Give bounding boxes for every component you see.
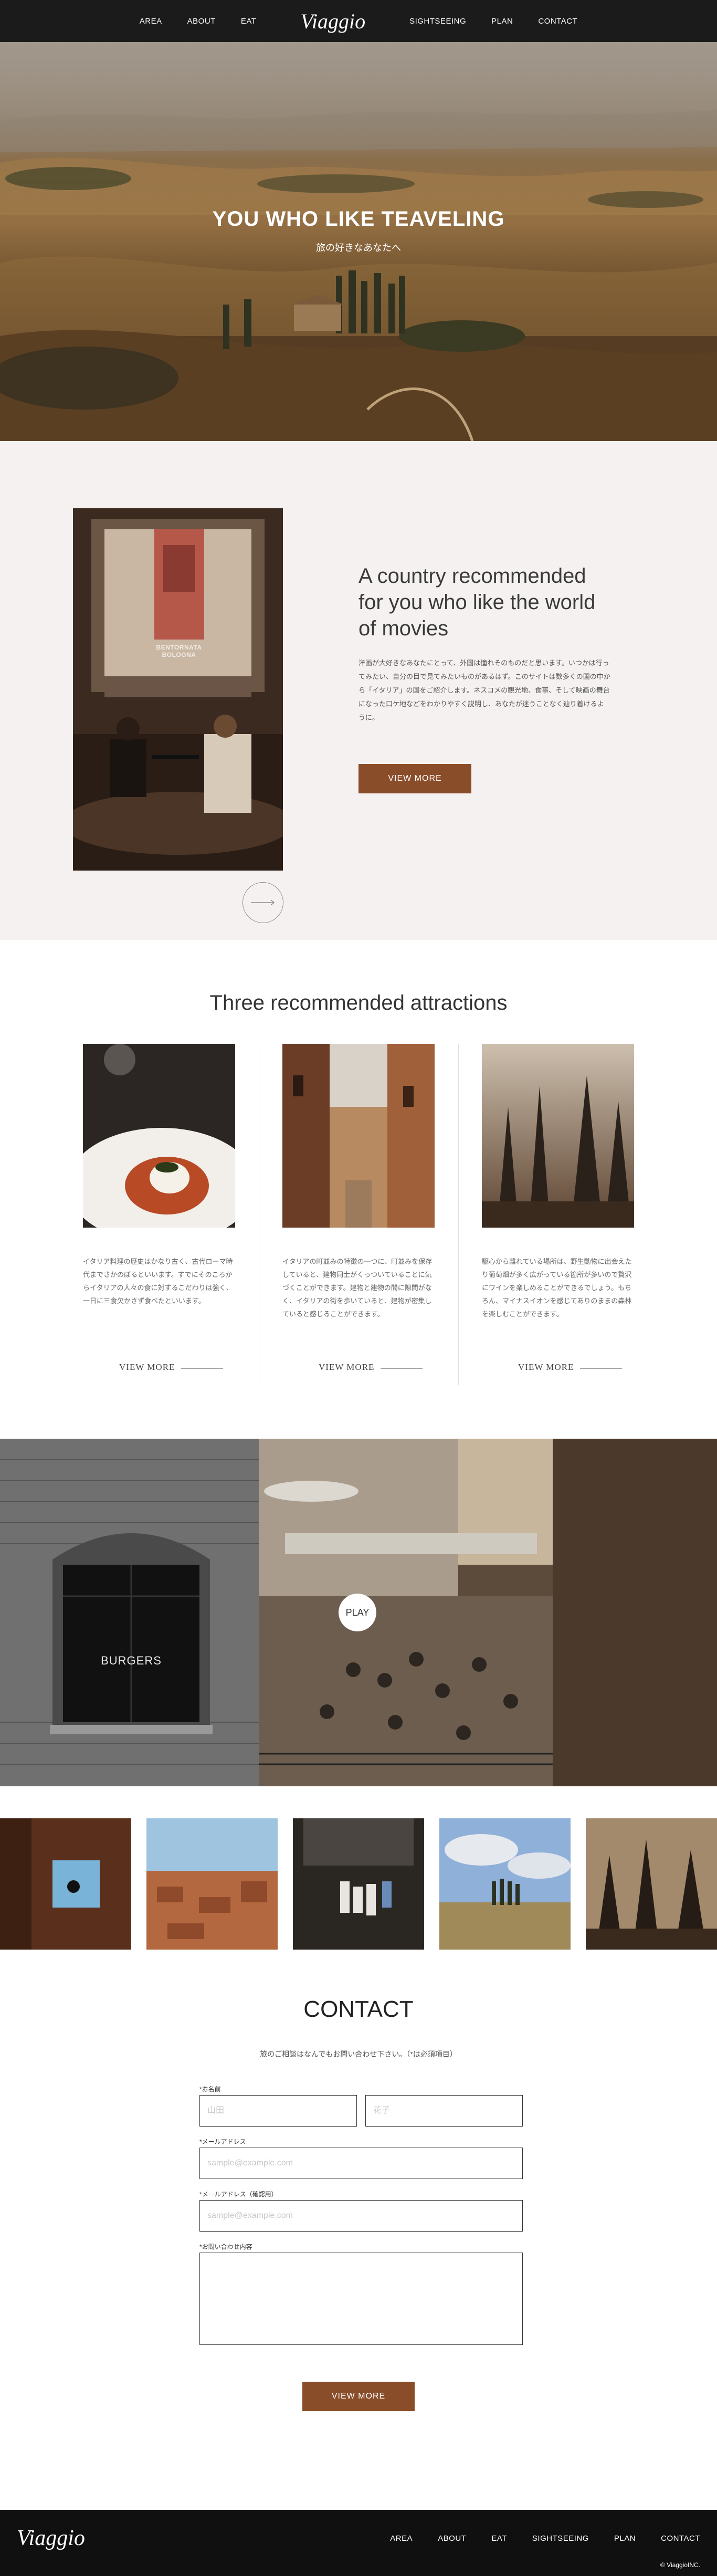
first-name-input[interactable] <box>365 2095 523 2127</box>
contact-lead-text: 旅のご相談はなんでもお問い合わせ下さい。（*は必須項目） <box>260 2050 457 2058</box>
attraction-card-nature: 駆心から離れている場所は、野生動物に出会えたり葡萄畑が多く広がっている箇所が多い… <box>472 1044 671 1385</box>
gallery-thumb-laundry[interactable] <box>293 1818 424 1950</box>
name-label: *お名前 <box>199 2086 221 2093</box>
gallery-thumb-forest[interactable] <box>586 1818 717 1950</box>
burgers-sign-text: BURGERS <box>101 1654 162 1667</box>
footer-nav-eat-link[interactable]: EAT <box>491 2534 507 2543</box>
hero-section: YOU WHO LIKE TEAVELING 旅の好きなあなたへ <box>0 42 717 441</box>
about-photo-sign: BENTORNATA BOLOGNA <box>156 644 202 658</box>
header-nav-right: SIGHTSEEING PLAN CONTACT <box>409 17 577 26</box>
attraction-text-nature: 駆心から離れている場所は、野生動物に出会えたり葡萄畑が多く広がっている箇所が多い… <box>482 1258 632 1318</box>
about-section: BENTORNATA BOLOGNA A country recommended… <box>0 441 717 940</box>
contact-title: CONTACT <box>303 1996 414 2022</box>
gallery-thumb-courtyard[interactable] <box>0 1818 131 1950</box>
site-footer: Viaggio AREA ABOUT EAT SIGHTSEEING PLAN … <box>0 2510 717 2576</box>
message-textarea[interactable] <box>199 2253 523 2345</box>
footer-nav-contact-link[interactable]: CONTACT <box>661 2534 700 2543</box>
about-view-more-button[interactable]: VIEW MORE <box>358 764 471 793</box>
nav-sightseeing-link[interactable]: SIGHTSEEING <box>409 17 466 26</box>
attraction-text-town: イタリアの町並みの特徴の一つに、町並みを保存していると、建物同士がくっついている… <box>282 1258 433 1318</box>
gallery-thumb-rooftops[interactable] <box>146 1818 278 1950</box>
header-nav-left: AREA ABOUT EAT <box>140 17 257 26</box>
card-divider <box>458 1044 459 1385</box>
attractions-title: Three recommended attractions <box>209 991 508 1014</box>
attraction-photo-street <box>282 1044 435 1228</box>
footer-nav-area-link[interactable]: AREA <box>390 2534 413 2543</box>
burgers-window-photo: BURGERS <box>0 1439 259 1786</box>
view-more-line <box>381 1368 423 1369</box>
copyright-text: © ViaggioINC. <box>660 2561 700 2569</box>
last-name-input[interactable] <box>199 2095 357 2127</box>
contact-submit-button[interactable]: VIEW MORE <box>302 2382 415 2411</box>
arrow-right-icon <box>251 899 275 906</box>
nav-eat-link[interactable]: EAT <box>241 17 257 26</box>
view-more-line <box>580 1368 622 1369</box>
gallery-thumb-cypress[interactable] <box>439 1818 571 1950</box>
site-header: AREA ABOUT EAT Viaggio SIGHTSEEING PLAN … <box>0 0 717 42</box>
email-confirm-input[interactable] <box>199 2200 523 2232</box>
message-label: *お問い合わせ内容 <box>199 2243 252 2250</box>
email-label: *メールアドレス <box>199 2138 246 2145</box>
attraction-view-more-link-nature[interactable]: VIEW MORE <box>518 1362 574 1373</box>
attraction-card-town: イタリアの町並みの特徴の一つに、町並みを保存していると、建物同士がくっついている… <box>272 1044 472 1385</box>
footer-nav: AREA ABOUT EAT SIGHTSEEING PLAN CONTACT <box>390 2534 700 2543</box>
site-logo[interactable]: Viaggio <box>300 9 365 34</box>
about-title: A country recommended for you who like t… <box>358 564 596 640</box>
view-more-line <box>181 1368 223 1369</box>
attraction-photo-forest <box>482 1044 634 1228</box>
footer-nav-about-link[interactable]: ABOUT <box>438 2534 466 2543</box>
about-text: 洋画が大好きなあなたにとって、外国は憧れそのものだと思います。いつかは行ってみた… <box>358 659 610 721</box>
footer-nav-plan-link[interactable]: PLAN <box>614 2534 636 2543</box>
nav-about-link[interactable]: ABOUT <box>187 17 216 26</box>
footer-nav-sightseeing-link[interactable]: SIGHTSEEING <box>532 2534 589 2543</box>
attraction-view-more-link-food[interactable]: VIEW MORE <box>119 1362 175 1373</box>
about-photo-cafe: BENTORNATA BOLOGNA <box>73 508 283 871</box>
email-input[interactable] <box>199 2148 523 2179</box>
hero-title: YOU WHO LIKE TEAVELING <box>212 207 505 231</box>
nav-plan-link[interactable]: PLAN <box>491 17 513 26</box>
video-play-button[interactable]: PLAY <box>339 1594 376 1631</box>
attraction-view-more-link-town[interactable]: VIEW MORE <box>319 1362 374 1373</box>
hero-subtitle: 旅の好きなあなたへ <box>316 243 401 253</box>
footer-logo[interactable]: Viaggio <box>17 2526 85 2551</box>
attraction-photo-pasta <box>83 1044 235 1228</box>
town-square-video-photo <box>259 1439 717 1786</box>
attraction-text-food: イタリア料理の歴史はかなり古く、古代ローマ時代までさかのぼるといいます。すでにそ… <box>83 1258 233 1305</box>
nav-area-link[interactable]: AREA <box>140 17 162 26</box>
email-confirm-label: *メールアドレス（確認用） <box>199 2191 278 2198</box>
nav-contact-link[interactable]: CONTACT <box>538 17 577 26</box>
attraction-card-food: イタリア料理の歴史はかなり古く、古代ローマ時代までさかのぼるといいます。すでにそ… <box>73 1044 272 1385</box>
next-arrow-button[interactable] <box>242 882 283 923</box>
